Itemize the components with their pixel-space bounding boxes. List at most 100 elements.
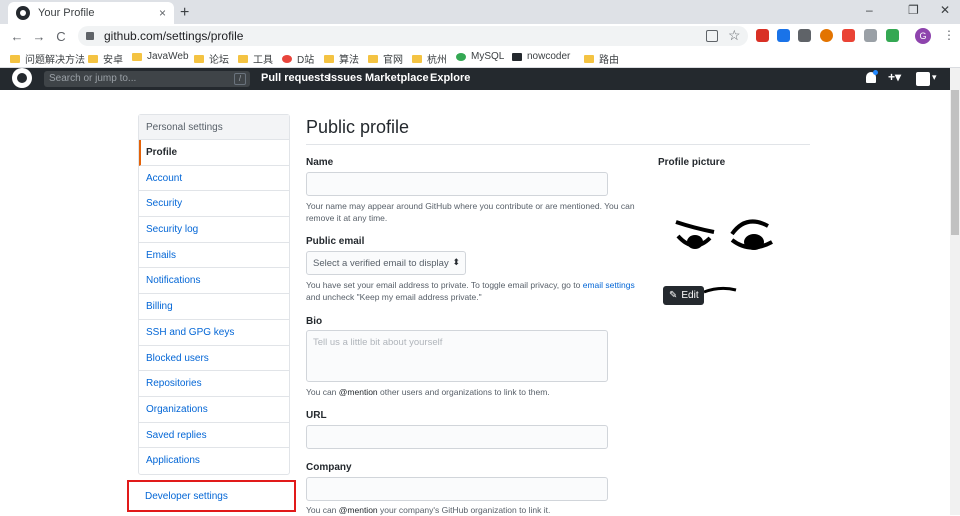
sidebar-item-billing[interactable]: Billing — [139, 294, 289, 320]
user-menu-chevron-icon[interactable]: ▾ — [932, 72, 937, 83]
bookmark-item[interactable]: 官网 — [368, 51, 403, 66]
github-logo-icon[interactable] — [12, 68, 32, 88]
adblock-extension-icon[interactable] — [756, 29, 769, 42]
sidebar-item-organizations[interactable]: Organizations — [139, 397, 289, 423]
title-divider — [306, 144, 810, 145]
omnibox[interactable]: github.com/settings/profile — [78, 26, 748, 46]
translate-icon[interactable] — [706, 30, 718, 42]
github-header: Search or jump to... / Pull requests Iss… — [0, 68, 950, 90]
sidebar-item-blocked-users[interactable]: Blocked users — [139, 346, 289, 372]
folder-icon — [88, 54, 98, 63]
github-favicon-icon — [16, 6, 30, 20]
vue-extension-icon[interactable] — [886, 29, 899, 42]
folder-icon — [368, 54, 378, 63]
extension-icon[interactable] — [864, 29, 877, 42]
company-field[interactable] — [306, 477, 608, 501]
profile-picture-label: Profile picture — [658, 157, 726, 168]
folder-icon — [324, 54, 334, 63]
sidebar-item-emails[interactable]: Emails — [139, 243, 289, 269]
bilibili-icon — [282, 54, 292, 63]
bio-textarea[interactable]: Tell us a little bit about yourself — [306, 330, 608, 382]
public-email-note: You have set your email address to priva… — [306, 280, 635, 302]
browser-tab[interactable]: Your Profile × — [8, 2, 174, 24]
extension-icon[interactable] — [842, 29, 855, 42]
bookmark-item[interactable]: 工具 — [238, 51, 273, 66]
nowcoder-icon — [512, 52, 522, 61]
forward-icon[interactable]: → — [28, 29, 50, 44]
create-new-button[interactable]: +▾ — [888, 70, 901, 84]
address-bar-row: ← → C github.com/settings/profile ☆ G ⋮ — [0, 24, 960, 48]
folder-icon — [10, 54, 20, 63]
folder-icon — [584, 54, 594, 63]
email-settings-link[interactable]: email settings — [583, 280, 635, 290]
sidebar-item-ssh-gpg-keys[interactable]: SSH and GPG keys — [139, 320, 289, 346]
bookmark-item[interactable]: D站 — [282, 51, 314, 66]
sidebar-item-notifications[interactable]: Notifications — [139, 268, 289, 295]
minimize-icon[interactable]: – — [866, 3, 873, 17]
folder-icon — [194, 54, 204, 63]
url-label: URL — [306, 410, 327, 421]
sidebar-item-account[interactable]: Account — [139, 166, 289, 192]
nav-issues[interactable]: Issues — [328, 72, 362, 84]
notification-dot — [873, 70, 878, 75]
settings-sidebar: Personal settings Profile Account Securi… — [138, 114, 290, 475]
name-label: Name — [306, 157, 334, 168]
close-window-icon[interactable]: ✕ — [940, 3, 950, 17]
nav-marketplace[interactable]: Marketplace — [365, 72, 429, 84]
nav-pull-requests[interactable]: Pull requests — [261, 72, 330, 84]
download-extension-icon[interactable] — [798, 29, 811, 42]
tab-title: Your Profile — [38, 7, 95, 19]
folder-icon — [238, 54, 248, 63]
nav-explore[interactable]: Explore — [430, 72, 470, 84]
name-field[interactable] — [306, 172, 608, 196]
browser-tab-strip: Your Profile × + – ❐ ✕ — [0, 0, 960, 24]
public-email-label: Public email — [306, 236, 365, 247]
back-icon[interactable]: ← — [6, 29, 28, 44]
tab-close-icon[interactable]: × — [159, 6, 166, 20]
new-tab-button[interactable]: + — [180, 4, 189, 22]
page-title: Public profile — [306, 117, 410, 137]
folder-icon — [412, 54, 422, 63]
url-field[interactable] — [306, 425, 608, 449]
bookmark-item[interactable]: JavaWeb — [132, 51, 189, 62]
bookmark-item[interactable]: 杭州 — [412, 51, 447, 66]
sidebar-item-security[interactable]: Security — [139, 191, 289, 218]
sidebar-item-security-log[interactable]: Security log — [139, 217, 289, 243]
bookmark-item[interactable]: 论坛 — [194, 51, 229, 66]
extension-icon[interactable] — [777, 29, 790, 42]
sidebar-item-saved-replies[interactable]: Saved replies — [139, 423, 289, 449]
user-avatar[interactable] — [916, 72, 930, 86]
name-note: Your name may appear around GitHub where… — [306, 201, 635, 223]
bookmark-item[interactable]: nowcoder — [512, 51, 570, 62]
bio-label: Bio — [306, 316, 323, 327]
company-label: Company — [306, 462, 352, 473]
bookmark-item[interactable]: 算法 — [324, 51, 359, 66]
bookmark-item[interactable]: MySQL — [456, 51, 504, 62]
scrollbar-thumb[interactable] — [951, 90, 959, 235]
bookmarks-bar: 问题解决方法 安卓 JavaWeb 论坛 工具 D站 算法 官网 杭州 MySQ… — [0, 48, 960, 68]
bookmark-item[interactable]: 路由 — [584, 51, 619, 66]
bookmark-item[interactable]: 问题解决方法 — [10, 51, 85, 66]
mysql-icon — [456, 52, 466, 61]
pencil-icon: ✎ — [669, 290, 678, 301]
url-text: github.com/settings/profile — [104, 29, 244, 43]
search-input[interactable]: Search or jump to... / — [44, 71, 250, 87]
extension-icon[interactable] — [820, 29, 833, 42]
sidebar-item-repositories[interactable]: Repositories — [139, 371, 289, 397]
public-email-select[interactable]: Select a verified email to display ⬍ — [306, 251, 466, 275]
bookmark-star-icon[interactable]: ☆ — [728, 27, 741, 44]
sidebar-item-developer-settings[interactable]: Developer settings — [145, 491, 228, 502]
reload-icon[interactable]: C — [50, 29, 72, 44]
bio-note: You can @mention other users and organiz… — [306, 387, 550, 397]
lock-icon — [86, 32, 94, 40]
company-note: You can @mention your company's GitHub o… — [306, 505, 551, 515]
profile-avatar[interactable]: G — [915, 28, 931, 44]
browser-menu-icon[interactable]: ⋮ — [943, 28, 955, 42]
edit-profile-picture-button[interactable]: ✎ Edit — [663, 286, 704, 305]
sidebar-item-profile[interactable]: Profile — [139, 140, 289, 166]
sidebar-item-applications[interactable]: Applications — [139, 448, 289, 474]
maximize-icon[interactable]: ❐ — [908, 3, 919, 17]
bookmark-item[interactable]: 安卓 — [88, 51, 123, 66]
search-shortcut-key: / — [234, 73, 246, 85]
sidebar-heading: Personal settings — [139, 115, 289, 140]
